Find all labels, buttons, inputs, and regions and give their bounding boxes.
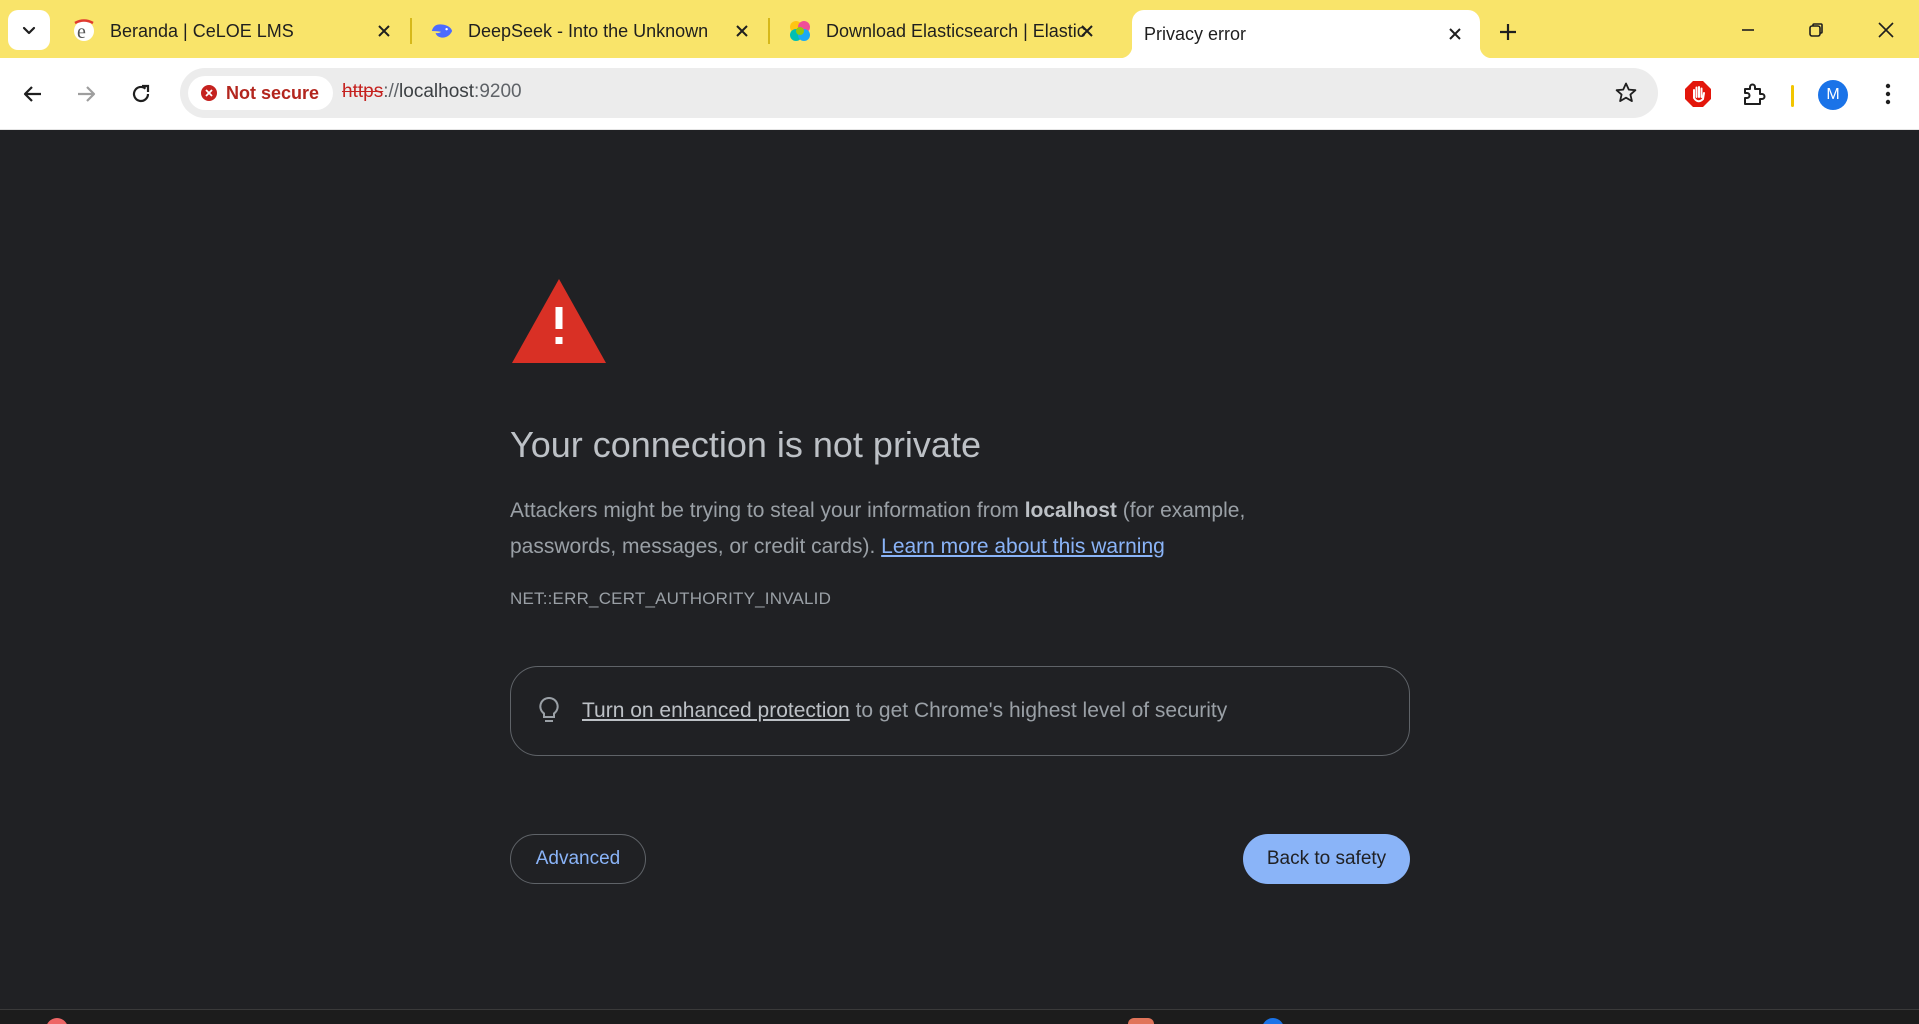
tab-privacy-error[interactable]: Privacy error (1120, 10, 1492, 58)
tab-celoe[interactable]: e Beranda | CeLOE LMS (54, 10, 409, 52)
error-description: Attackers might be trying to steal your … (510, 493, 1340, 565)
arrow-right-icon (78, 86, 96, 102)
reload-icon (132, 84, 150, 103)
taskbar-icon-peek (46, 1018, 68, 1024)
back-to-safety-button[interactable]: Back to safety (1243, 834, 1410, 884)
elastic-logo-icon (788, 19, 812, 43)
desc-host: localhost (1024, 499, 1117, 522)
url-port: :9200 (474, 81, 522, 102)
not-secure-label: Not secure (226, 82, 320, 103)
enhanced-protection-rest: to get Chrome's highest level of securit… (849, 699, 1228, 722)
restore-icon (1809, 23, 1823, 37)
url-text[interactable]: https://localhost:9200 (342, 81, 522, 103)
bookmark-star-icon[interactable] (1614, 81, 1638, 105)
profile-avatar[interactable]: M (1818, 80, 1848, 110)
error-code: NET::ERR_CERT_AUTHORITY_INVALID (510, 589, 832, 608)
minimize-icon (1742, 29, 1754, 31)
enhanced-protection-text: Turn on enhanced protection to get Chrom… (582, 699, 1227, 723)
extensions-button[interactable] (1738, 78, 1770, 110)
tab-strip: e Beranda | CeLOE LMS DeepSeek - Into th… (0, 0, 1919, 58)
adblock-hand-icon (1685, 81, 1711, 107)
chevron-down-icon (22, 26, 36, 35)
lightbulb-icon (534, 696, 564, 726)
minimize-button[interactable] (1720, 8, 1776, 52)
error-circle-icon (201, 85, 217, 101)
plus-icon (1500, 24, 1516, 40)
advanced-button[interactable]: Advanced (510, 834, 646, 884)
taskbar-edge (0, 1009, 1919, 1024)
page-title: Your connection is not private (510, 424, 981, 465)
new-tab-button[interactable] (1490, 14, 1526, 50)
close-tab-icon[interactable] (373, 20, 395, 42)
desc-prefix: Attackers might be trying to steal your … (510, 499, 1025, 522)
reload-button[interactable] (121, 74, 161, 114)
tab-title: Beranda | CeLOE LMS (110, 20, 294, 41)
toolbar-divider (1791, 85, 1794, 107)
restore-button[interactable] (1788, 8, 1844, 52)
tab-elastic[interactable]: Download Elasticsearch | Elastic (770, 10, 1112, 52)
taskbar-icon-peek (1128, 1018, 1154, 1024)
tab-title: Privacy error (1144, 23, 1247, 44)
url-separator: :// (383, 81, 400, 102)
learn-more-link[interactable]: Learn more about this warning (881, 535, 1165, 558)
close-window-button[interactable] (1858, 8, 1914, 52)
url-host: localhost (399, 81, 475, 102)
forward-button[interactable] (66, 74, 106, 114)
tab-title: DeepSeek - Into the Unknown (468, 20, 709, 41)
close-tab-icon[interactable] (731, 20, 753, 42)
url-scheme: https (342, 81, 384, 102)
enhanced-protection-banner: Turn on enhanced protection to get Chrom… (510, 666, 1410, 756)
arrow-left-icon (23, 86, 41, 102)
warning-triangle-icon (512, 279, 606, 363)
kebab-menu-icon (1885, 83, 1891, 105)
browser-toolbar: Not secure https://localhost:9200 M (0, 58, 1919, 130)
tab-title: Download Elasticsearch | Elastic (826, 20, 1086, 41)
svg-text:e: e (77, 21, 86, 43)
tab-search-button[interactable] (8, 10, 50, 50)
puzzle-piece-icon (1744, 83, 1766, 105)
security-chip[interactable]: Not secure (188, 76, 334, 110)
menu-button[interactable] (1872, 78, 1904, 110)
privacy-error-page: Your connection is not private Attackers… (0, 131, 1919, 1009)
adblock-extension-button[interactable] (1682, 78, 1714, 110)
taskbar-icon-peek (1262, 1018, 1284, 1024)
tab-deepseek[interactable]: DeepSeek - Into the Unknown (412, 10, 767, 52)
enhanced-protection-link[interactable]: Turn on enhanced protection (582, 699, 850, 722)
close-tab-icon[interactable] (1076, 20, 1098, 42)
deepseek-whale-icon (430, 19, 454, 43)
address-bar[interactable]: Not secure https://localhost:9200 (180, 68, 1658, 118)
celoe-favicon-icon: e (72, 19, 96, 43)
close-tab-icon[interactable] (1444, 23, 1466, 45)
back-button[interactable] (13, 74, 53, 114)
close-icon (1878, 22, 1894, 38)
